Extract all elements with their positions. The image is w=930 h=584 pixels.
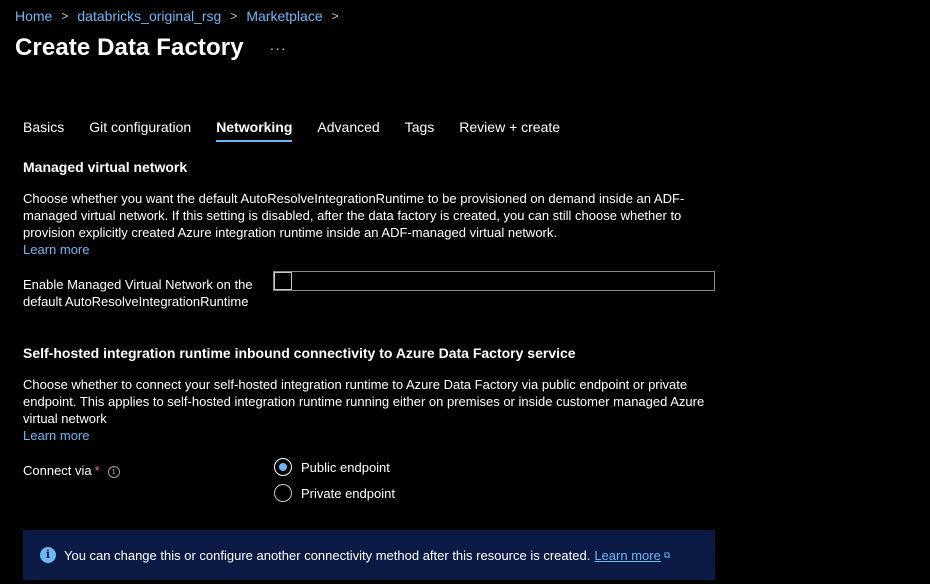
info-banner-learn-more-link[interactable]: Learn more	[594, 548, 660, 563]
breadcrumb-marketplace[interactable]: Marketplace	[246, 8, 322, 24]
managed-vnet-checkbox[interactable]	[274, 272, 292, 290]
tab-bar: Basics Git configuration Networking Adva…	[23, 119, 585, 142]
tab-review-create[interactable]: Review + create	[459, 119, 560, 141]
info-circle-icon: i	[40, 547, 56, 563]
connect-via-text: Connect via	[23, 463, 92, 478]
tab-tags[interactable]: Tags	[405, 119, 435, 141]
self-hosted-learn-more-link[interactable]: Learn more	[23, 428, 89, 443]
breadcrumb-resource-group[interactable]: databricks_original_rsg	[77, 8, 221, 24]
required-marker: *	[94, 463, 100, 478]
title-row: Create Data Factory ···	[15, 34, 287, 62]
page-title: Create Data Factory	[15, 34, 244, 61]
tab-networking[interactable]: Networking	[216, 119, 293, 142]
radio-button-unchecked[interactable]	[274, 484, 292, 502]
info-icon[interactable]: i	[107, 465, 120, 478]
managed-vnet-learn-more-link[interactable]: Learn more	[23, 242, 89, 257]
tab-advanced[interactable]: Advanced	[317, 119, 379, 141]
radio-button-checked[interactable]	[274, 458, 292, 476]
info-banner-text: You can change this or configure another…	[64, 547, 591, 563]
external-link-icon: ⧉	[663, 549, 671, 560]
self-hosted-description: Choose whether to connect your self-host…	[23, 377, 705, 426]
more-options-icon[interactable]: ···	[270, 40, 287, 56]
managed-vnet-checkbox-label: Enable Managed Virtual Network on the de…	[23, 277, 253, 309]
tab-git-configuration[interactable]: Git configuration	[89, 119, 191, 141]
breadcrumb: Home > databricks_original_rsg > Marketp…	[15, 8, 348, 24]
radio-public-endpoint[interactable]: Public endpoint	[274, 458, 390, 476]
radio-public-endpoint-label: Public endpoint	[301, 459, 390, 475]
connect-via-label: Connect via * i	[23, 462, 273, 479]
chevron-right-icon: >	[230, 9, 238, 23]
checkbox-focus-frame	[273, 271, 715, 291]
managed-vnet-description: Choose whether you want the default Auto…	[23, 191, 685, 240]
tab-basics[interactable]: Basics	[23, 119, 64, 141]
self-hosted-heading: Self-hosted integration runtime inbound …	[23, 345, 576, 361]
radio-private-endpoint-label: Private endpoint	[301, 485, 395, 501]
radio-private-endpoint[interactable]: Private endpoint	[274, 484, 395, 502]
chevron-right-icon: >	[331, 9, 339, 23]
chevron-right-icon: >	[61, 9, 69, 23]
breadcrumb-home[interactable]: Home	[15, 8, 52, 24]
managed-vnet-heading: Managed virtual network	[23, 159, 188, 175]
info-banner: i You can change this or configure anoth…	[23, 530, 715, 580]
